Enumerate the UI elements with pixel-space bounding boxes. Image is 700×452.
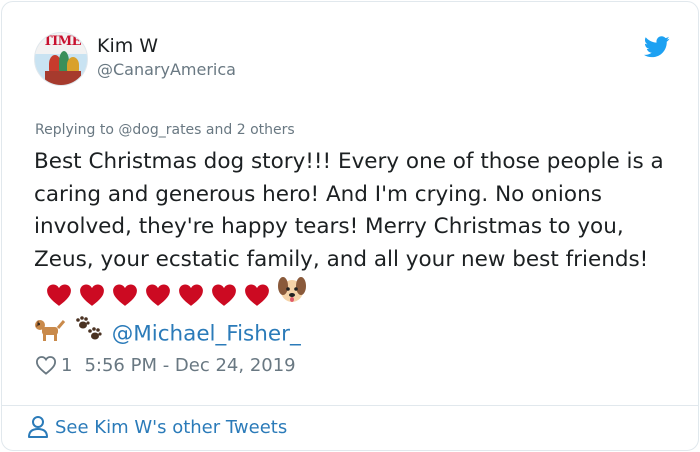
see-other-tweets-link[interactable]: See Kim W's other Tweets [27, 415, 287, 439]
heart-emojis [46, 279, 277, 312]
like-count[interactable]: 1 [61, 355, 72, 376]
avatar-logo-text: TIME [43, 34, 82, 49]
red-heart-icon [212, 284, 236, 306]
tweet-mention-link[interactable]: @Michael_Fisher_ [112, 321, 301, 346]
see-other-tweets-label[interactable]: See Kim W's other Tweets [55, 417, 287, 438]
reply-prefix: Replying to [35, 122, 114, 138]
tweet-timestamp[interactable]: 5:56 PM - Dec 24, 2019 [84, 355, 295, 376]
tweet-card: TIME Kim W @CanaryAmerica Replying to @d… [1, 1, 699, 451]
heart-outline-icon[interactable] [35, 355, 57, 375]
paw-prints-icon [73, 315, 105, 354]
reply-mention[interactable]: @dog_rates [118, 122, 201, 138]
reply-context: Replying to @dog_rates and 2 others [35, 122, 295, 138]
red-heart-icon [179, 284, 203, 306]
tweet-text: Best Christmas dog story!!! Every one of… [34, 149, 664, 272]
dog-face-icon [277, 276, 307, 315]
twitter-bird-icon[interactable] [644, 36, 670, 58]
author-handle[interactable]: @CanaryAmerica [97, 60, 236, 79]
red-heart-icon [113, 284, 137, 306]
red-heart-icon [245, 284, 269, 306]
tweet-body: Best Christmas dog story!!! Every one of… [34, 146, 674, 353]
red-heart-icon [47, 284, 71, 306]
red-heart-icon [146, 284, 170, 306]
reply-suffix[interactable]: and 2 others [206, 122, 295, 138]
red-heart-icon [80, 284, 104, 306]
person-icon [28, 416, 48, 438]
avatar[interactable]: TIME [34, 32, 88, 86]
author-name[interactable]: Kim W [97, 35, 158, 57]
divider [2, 405, 698, 406]
tweet-meta: 1 5:56 PM - Dec 24, 2019 [35, 352, 296, 378]
dog-icon [34, 315, 66, 354]
